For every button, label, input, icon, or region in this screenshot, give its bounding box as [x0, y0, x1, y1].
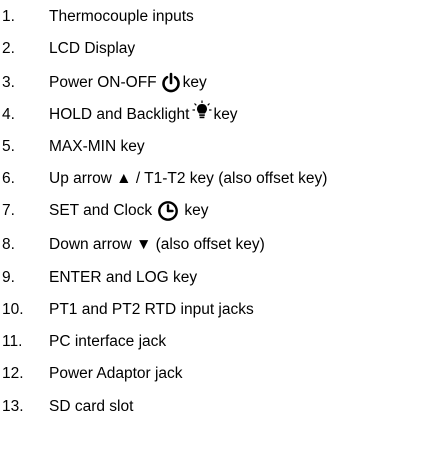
item-number: 7. [2, 202, 15, 219]
item-label: SD card slot [49, 398, 134, 415]
item-suffix: key [213, 106, 238, 123]
list-item: 8. Down arrow ▼ (also offset key) [0, 229, 438, 261]
item-suffix: key [182, 74, 207, 91]
list-item: 3. Power ON-OFF key [0, 67, 438, 99]
item-number: 1. [2, 8, 15, 25]
item-text: Power Adaptor jack [49, 365, 183, 383]
item-label: Power ON-OFF [49, 74, 157, 91]
item-label: Down arrow ▼ (also offset key) [49, 236, 265, 253]
list-item: 4. HOLD and Backlight key [0, 99, 438, 131]
item-label: ENTER and LOG key [49, 269, 198, 286]
item-number: 10. [2, 301, 24, 318]
item-number: 13. [2, 398, 24, 415]
item-text: Down arrow ▼ (also offset key) [49, 236, 265, 254]
item-text: HOLD and Backlight key [49, 100, 238, 124]
item-suffix: key [180, 202, 209, 219]
item-text: SET and Clock key [49, 200, 209, 222]
item-text: SD card slot [49, 398, 133, 416]
item-label: HOLD and Backlight [49, 106, 190, 123]
lightbulb-icon [192, 100, 212, 120]
item-number: 5. [2, 138, 15, 155]
list-item: 1. Thermocouple inputs [0, 1, 438, 33]
item-text: Power ON-OFF key [49, 72, 207, 94]
item-number: 3. [2, 74, 15, 91]
item-text: MAX-MIN key [49, 138, 145, 156]
list-item: 10. PT1 and PT2 RTD input jacks [0, 294, 438, 326]
clock-icon [157, 200, 179, 222]
list-item: 11. PC interface jack [0, 326, 438, 358]
list-item: 5. MAX-MIN key [0, 131, 438, 163]
list-item: 9. ENTER and LOG key [0, 262, 438, 294]
item-number: 4. [2, 106, 15, 123]
item-label: Thermocouple inputs [49, 8, 194, 25]
item-text: ENTER and LOG key [49, 269, 197, 287]
power-icon [160, 72, 182, 94]
item-text: PC interface jack [49, 333, 166, 351]
item-label: MAX-MIN key [49, 138, 145, 155]
item-label: SET and Clock [49, 202, 153, 219]
item-number: 9. [2, 269, 15, 286]
item-number: 11. [2, 333, 23, 350]
item-text: PT1 and PT2 RTD input jacks [49, 301, 254, 319]
item-number: 6. [2, 170, 15, 187]
item-number: 12. [2, 365, 24, 382]
item-label: Up arrow ▲ / T1-T2 key (also offset key) [49, 170, 328, 187]
item-text: Thermocouple inputs [49, 8, 194, 26]
item-label: LCD Display [49, 40, 136, 57]
item-number: 8. [2, 236, 15, 253]
list-item: 6. Up arrow ▲ / T1-T2 key (also offset k… [0, 163, 438, 195]
list-item: 2. LCD Display [0, 33, 438, 65]
item-label: PC interface jack [49, 333, 167, 350]
list-item: 12. Power Adaptor jack [0, 358, 438, 390]
item-number: 2. [2, 40, 15, 57]
list-item: 7. SET and Clock key [0, 195, 438, 227]
item-label: Power Adaptor jack [49, 365, 183, 382]
item-text: Up arrow ▲ / T1-T2 key (also offset key) [49, 170, 327, 188]
item-label: PT1 and PT2 RTD input jacks [49, 301, 254, 318]
list-item: 13. SD card slot [0, 391, 438, 423]
item-text: LCD Display [49, 40, 135, 58]
